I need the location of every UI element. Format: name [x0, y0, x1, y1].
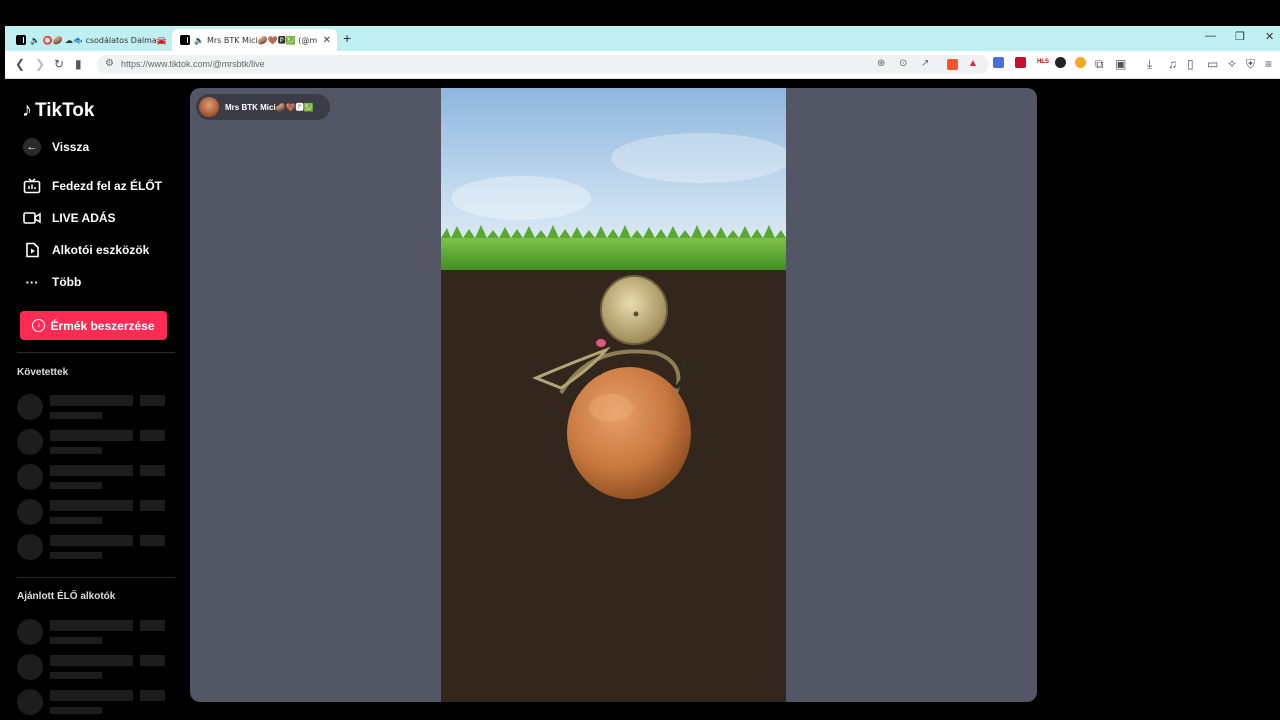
menu-icon[interactable]: ≡	[1265, 57, 1272, 71]
sidebar-item-label: Alkotói eszközök	[52, 243, 150, 257]
chrome-extension-icon[interactable]	[1075, 57, 1086, 68]
tiktok-logo[interactable]: ♪ TikTok	[22, 99, 94, 122]
tab-2-title: Mrs BTK Mici🥔🤎🅿💹 (@m	[206, 35, 318, 45]
wallet-icon[interactable]: ▭	[1207, 57, 1218, 71]
browser-tab-2[interactable]: 🔈 Mrs BTK Mici🥔🤎🅿💹 (@m ✕	[172, 29, 337, 51]
share-icon[interactable]: ↗	[921, 58, 929, 69]
site-info-icon[interactable]: ⚙	[105, 58, 114, 69]
recommended-placeholder-row	[17, 619, 167, 649]
get-coins-label: Érmék beszerzése	[50, 318, 155, 333]
recommended-placeholder-row	[17, 689, 167, 719]
get-coins-button[interactable]: ♪ Érmék beszerzése	[20, 311, 167, 340]
back-button[interactable]: ← Vissza	[22, 138, 89, 156]
address-toolbar: ❮ ❯ ↻ ▮ ⚙ https://www.tiktok.com/@mrsbtk…	[5, 51, 1280, 79]
forward-arrow-icon[interactable]: ❯	[35, 57, 45, 71]
host-avatar[interactable]	[199, 97, 219, 117]
new-tab-button[interactable]: +	[343, 30, 351, 46]
bookmark-icon[interactable]: ▮	[75, 57, 82, 71]
browser-tab-1[interactable]: 🔈 ⭕🥔 ☁🐟 csodálatos Dalma🚘🏂	[8, 29, 168, 51]
coin-icon: ♪	[32, 319, 46, 332]
translate-extension-icon[interactable]	[993, 57, 1004, 68]
hls-extension-icon[interactable]: HLS	[1037, 57, 1049, 68]
creator-tools-icon	[22, 241, 42, 259]
sidebar-item-label: LIVE ADÁS	[52, 211, 116, 225]
host-info-chip[interactable]: Mrs BTK Mici🥔🤎🅿💹	[196, 94, 330, 120]
back-arrow-icon[interactable]: ❮	[15, 57, 25, 71]
screen-top-border	[0, 0, 1280, 26]
close-window-button[interactable]: ✕	[1265, 30, 1274, 43]
music-icon[interactable]: ♫	[1168, 57, 1177, 71]
url-bar[interactable]: ⚙ https://www.tiktok.com/@mrsbtk/live ⊕ …	[97, 55, 989, 74]
logo-text: TikTok	[35, 99, 95, 121]
speaker-icon: 🔈	[194, 35, 204, 45]
tiktok-favicon-icon	[180, 35, 190, 45]
following-placeholder-row	[17, 534, 167, 564]
live-tv-icon	[22, 177, 42, 195]
restore-button[interactable]: ❐	[1235, 30, 1245, 43]
reload-icon[interactable]: ↻	[54, 57, 64, 71]
close-tab-icon[interactable]: ✕	[323, 35, 331, 46]
puzzle-extensions-icon[interactable]: ⧉	[1095, 57, 1104, 72]
following-placeholder-row	[17, 464, 167, 494]
ai-assistant-icon[interactable]: ✧	[1227, 57, 1237, 71]
sidebar-item-more[interactable]: ··· Több	[22, 273, 82, 291]
sidebar-item-live-broadcast[interactable]: LIVE ADÁS	[22, 209, 116, 227]
tiktok-favicon-icon	[16, 35, 26, 45]
url-text: https://www.tiktok.com/@mrsbtk/live	[121, 59, 265, 69]
sidebar-divider	[17, 352, 175, 353]
following-placeholder-row	[17, 394, 167, 424]
back-label: Vissza	[52, 140, 90, 154]
host-name[interactable]: Mrs BTK Mici🥔🤎🅿💹	[225, 102, 314, 113]
more-dots-icon: ···	[25, 274, 39, 290]
recommended-section-title: Ajánlott ÉLŐ alkotók	[17, 591, 116, 602]
minimize-button[interactable]: —	[1205, 30, 1216, 42]
following-section-title: Követettek	[17, 367, 69, 378]
tab-1-title: 🔈 ⭕🥔 ☁🐟 csodálatos Dalma🚘🏂	[30, 35, 168, 45]
vpn-shield-icon[interactable]: ⛨	[1246, 57, 1255, 72]
browser-tab-strip: 🔈 ⭕🥔 ☁🐟 csodálatos Dalma🚘🏂 🔈 Mrs BTK Mic…	[5, 26, 1280, 51]
following-placeholder-row	[17, 499, 167, 529]
sidebar-item-explore-live[interactable]: Fedezd fel az ÉLŐT	[22, 177, 162, 195]
rewards-triangle-icon[interactable]: ▲	[968, 58, 978, 69]
sidebar-divider	[17, 577, 175, 578]
zoom-icon[interactable]: ⊕	[877, 58, 885, 69]
recommended-placeholder-row	[17, 654, 167, 684]
tiktok-note-icon: ♪	[22, 99, 32, 121]
following-placeholder-row	[17, 429, 167, 459]
cast-icon[interactable]: ⊙	[899, 58, 907, 69]
x-extension-icon[interactable]	[1015, 57, 1026, 68]
back-arrow-icon: ←	[22, 138, 42, 156]
download-icon[interactable]: ⤓	[1147, 57, 1152, 72]
sidebar-toggle-icon[interactable]: ▯	[1187, 57, 1194, 71]
screenshot-icon[interactable]: ▣	[1115, 57, 1126, 71]
vpn-extension-icon[interactable]	[1055, 57, 1066, 68]
video-camera-icon	[22, 209, 42, 227]
sidebar-item-label: Fedezd fel az ÉLŐT	[52, 179, 163, 193]
sidebar-item-label: Több	[52, 275, 82, 289]
tiktok-sidebar: ♪ TikTok ← Vissza Fedezd fel az ÉLŐT LIV…	[0, 79, 190, 720]
brave-shield-icon[interactable]	[947, 59, 958, 70]
live-video-frame[interactable]	[441, 88, 786, 702]
live-stream-player[interactable]: Mrs BTK Mici🥔🤎🅿💹	[190, 88, 1037, 702]
sidebar-item-creator-tools[interactable]: Alkotói eszközök	[22, 241, 149, 259]
